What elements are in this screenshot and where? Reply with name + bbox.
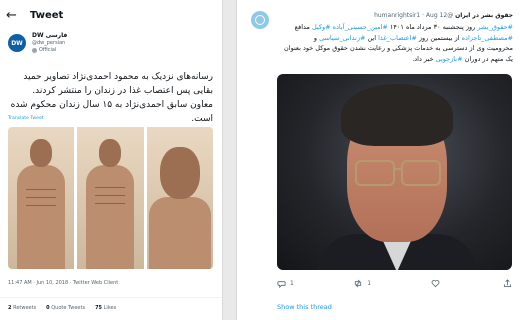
author-header: DW DW فارسی @dw_persian Official bbox=[8, 32, 67, 54]
right-author-header: حقوق بشر در ایران @humanrightsir1 · Aug … bbox=[374, 12, 513, 19]
like-action[interactable] bbox=[431, 279, 444, 288]
tweet-stats: 2 Retweets 0 Quote Tweets 75 Likes bbox=[8, 305, 116, 311]
quotes-stat[interactable]: 0 Quote Tweets bbox=[46, 305, 85, 311]
tweet-fragment: از بیستمین روز bbox=[416, 33, 462, 42]
retweet-action[interactable]: 1 bbox=[353, 279, 371, 288]
left-tweet-panel: ← Tweet DW DW فارسی @dw_persian Official… bbox=[0, 0, 223, 320]
reply-action[interactable]: 1 bbox=[277, 279, 294, 288]
likes-stat[interactable]: 75 Likes bbox=[95, 305, 116, 311]
author-handle[interactable]: @dw_persian bbox=[32, 40, 67, 47]
tweet-photo-3[interactable] bbox=[146, 127, 213, 269]
tweet-line: محرومیت وی از دسترسی به خدمات پزشکی و رع… bbox=[284, 44, 513, 52]
heart-icon bbox=[431, 280, 439, 288]
hashtag[interactable]: #اعتصاب_غذا bbox=[378, 34, 417, 42]
right-tweet-panel: حقوق بشر در ایران @humanrightsir1 · Aug … bbox=[236, 0, 520, 320]
hashtag[interactable]: #حقوق_بشر bbox=[477, 23, 513, 31]
hashtag[interactable]: #مصطفی_تاجزاده bbox=[462, 34, 513, 42]
tweet-fragment: یک متهم در دوران bbox=[462, 54, 513, 63]
right-tweet-text: #حقوق_بشر روز پنجشنبه ۳۰ مرداد ماه ۱۴۰۱ … bbox=[278, 22, 513, 64]
reply-icon bbox=[277, 281, 286, 288]
tweet-fragment: مدافع bbox=[294, 23, 312, 31]
retweet-icon bbox=[355, 279, 362, 288]
tweet-photo-1[interactable] bbox=[8, 127, 75, 269]
tweet-fragment: روز پنجشنبه ۳۰ مرداد ماه ۱۴۰۱ bbox=[387, 23, 478, 31]
back-arrow-icon[interactable]: ← bbox=[6, 8, 18, 23]
tweet-heading: Tweet bbox=[30, 10, 64, 21]
tweet-photos[interactable] bbox=[8, 127, 213, 269]
show-thread-link[interactable]: Show this thread bbox=[277, 303, 332, 311]
retweet-count: 1 bbox=[367, 280, 372, 287]
official-label: Official bbox=[32, 47, 67, 54]
tweet-photo-2[interactable] bbox=[77, 127, 144, 269]
dw-avatar[interactable]: DW bbox=[8, 34, 26, 52]
tweet-fragment: این bbox=[365, 33, 379, 42]
hashtag[interactable]: #وکیل bbox=[312, 23, 333, 31]
hashtag[interactable]: #بازجویی bbox=[436, 55, 463, 63]
tweet-meta[interactable]: 11:47 AM · Jun 10, 2018 · Twitter Web Cl… bbox=[8, 280, 118, 286]
author-name[interactable]: DW فارسی bbox=[32, 32, 67, 40]
hashtag[interactable]: #امین_حسینی_آباده bbox=[333, 23, 388, 31]
official-badge-icon bbox=[32, 48, 37, 53]
divider bbox=[0, 297, 222, 298]
reply-count: 1 bbox=[290, 280, 294, 287]
share-icon bbox=[503, 279, 512, 288]
share-action[interactable] bbox=[503, 279, 512, 288]
tweet-actions: 1 1 bbox=[277, 279, 512, 288]
humanrights-avatar[interactable] bbox=[251, 11, 269, 29]
right-author-name[interactable]: حقوق بشر در ایران bbox=[455, 12, 513, 19]
right-tweet-date[interactable]: Aug 12 bbox=[426, 12, 447, 19]
translate-tweet-link[interactable]: Translate Tweet bbox=[8, 116, 44, 121]
tweet-fragment: خبر داد. bbox=[412, 54, 436, 63]
official-text: Official bbox=[39, 47, 57, 53]
globe-icon bbox=[255, 15, 265, 25]
tweet-topbar: ← Tweet bbox=[6, 8, 63, 23]
retweets-stat[interactable]: 2 Retweets bbox=[8, 305, 36, 311]
portrait-photo[interactable] bbox=[277, 74, 512, 270]
hashtag[interactable]: #زندانی_سیاسی bbox=[319, 34, 365, 42]
